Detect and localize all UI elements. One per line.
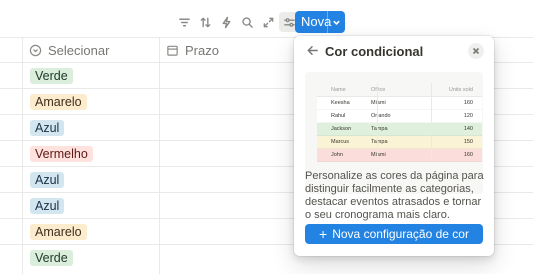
preview-column-divider: [377, 83, 378, 161]
preview-cell-units: 150: [463, 139, 473, 145]
preview-row: Rahul Orlando 120: [317, 110, 482, 123]
back-arrow-icon[interactable]: [306, 44, 322, 60]
lightning-icon[interactable]: [216, 12, 236, 32]
preview-cell-name: John: [331, 152, 343, 158]
select-tag: Verde: [30, 250, 73, 266]
select-circle-icon: [29, 44, 42, 56]
preview-table: Name Office Units sold Keesha Miami 160 …: [317, 83, 482, 162]
new-button-label[interactable]: Nova: [295, 11, 331, 33]
expand-icon[interactable]: [258, 12, 278, 32]
preview-header-office: Office: [371, 86, 386, 93]
new-button[interactable]: Nova: [295, 11, 345, 33]
preview-header-row: Name Office Units sold: [317, 83, 482, 97]
preview-row: Keesha Miami 160: [317, 97, 482, 110]
select-tag: Azul: [30, 198, 65, 214]
preview-header-name: Name: [331, 86, 346, 93]
select-tag: Azul: [30, 172, 65, 188]
select-tag: Amarelo: [30, 94, 87, 110]
preview-row: Jackson Tampa 140: [317, 123, 482, 136]
column-header-label: Prazo: [185, 42, 219, 58]
popup-description: Personalize as cores da página para dist…: [305, 170, 484, 221]
preview-row: John Miami 160: [317, 149, 482, 162]
preview-cell-units: 140: [463, 126, 473, 132]
preview-cell-units: 120: [463, 113, 473, 119]
view-toolbar: [174, 11, 300, 33]
preview-cell-name: Marcus: [331, 139, 350, 145]
preview-header-units: Units sold: [448, 86, 473, 93]
select-tag: Verde: [30, 68, 73, 84]
sort-icon[interactable]: [195, 12, 215, 32]
select-tag: Azul: [30, 120, 65, 136]
column-header-selecionar[interactable]: Selecionar: [29, 37, 109, 63]
preview-cell-units: 160: [463, 100, 473, 106]
plus-icon: +: [319, 226, 328, 242]
preview-column-divider: [431, 83, 432, 161]
column-header-prazo[interactable]: Prazo: [166, 37, 219, 63]
preview-cell-office: Tampa: [371, 139, 388, 145]
preview-cell-units: 160: [463, 152, 473, 158]
column-header-label: Selecionar: [48, 42, 110, 58]
popup-title: Cor condicional: [325, 44, 424, 59]
preview-row: Marcus Tampa 150: [317, 136, 482, 149]
select-tag: Vermelho: [30, 146, 93, 162]
new-color-config-button[interactable]: + Nova configuração de cor: [305, 224, 483, 244]
preview-cell-name: Keesha: [331, 100, 350, 106]
calendar-icon: [167, 45, 178, 56]
preview-cell-name: Jackson: [331, 126, 352, 132]
filter-icon[interactable]: [174, 12, 194, 32]
preview-cell-name: Rahul: [331, 113, 346, 119]
preview-cell-office: Orlando: [371, 113, 391, 119]
close-icon[interactable]: [468, 43, 484, 59]
chevron-down-icon[interactable]: [327, 11, 345, 33]
new-color-config-label: Nova configuração de cor: [332, 227, 469, 241]
conditional-color-popup: Cor condicional Name Office Units sold K…: [294, 36, 494, 256]
preview-cell-office: Miami: [371, 100, 386, 106]
search-icon[interactable]: [237, 12, 257, 32]
preview-cell-office: Tampa: [371, 126, 388, 132]
select-tag: Amarelo: [30, 224, 87, 240]
preview-cell-office: Miami: [371, 152, 386, 158]
